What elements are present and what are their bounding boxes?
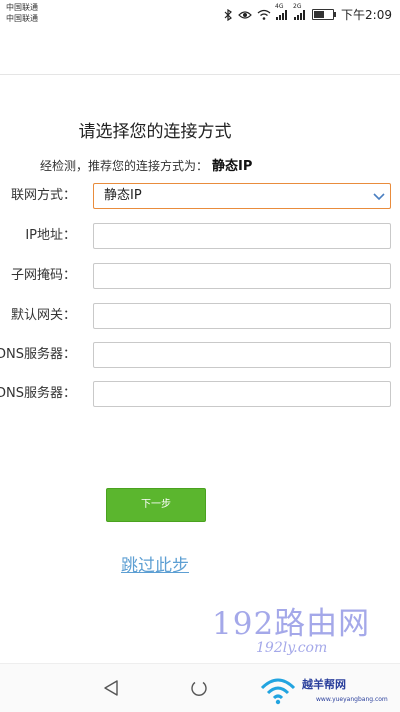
detection-hint: 经检测，推荐您的连接方式为： 静态IP <box>40 155 252 174</box>
battery-icon <box>312 9 337 20</box>
status-icons: 4G 2G 下午2:09 <box>224 3 392 23</box>
watermark-url: 192ly.com <box>256 640 328 656</box>
brand-name: 越羊帮网 <box>302 678 346 691</box>
header-divider <box>0 74 400 75</box>
bluetooth-icon <box>224 8 232 21</box>
primary-dns-label: DNS服务器： <box>0 347 76 362</box>
form-row-secondary-dns: DNS服务器： <box>0 381 400 407</box>
carrier-2: 中国联通 <box>6 14 38 23</box>
secondary-dns-input[interactable] <box>93 381 391 407</box>
signal-icon <box>276 10 288 20</box>
primary-dns-input[interactable] <box>93 342 391 368</box>
chevron-down-icon <box>373 193 385 201</box>
signal-icon <box>294 10 306 20</box>
subnet-mask-label: 子网掩码： <box>10 268 76 283</box>
form-row-connection-type: 联网方式： 静态IP <box>0 183 400 209</box>
form-row-subnet-mask: 子网掩码： <box>0 263 400 289</box>
form-row-ip-address: IP地址： <box>0 223 400 249</box>
network-type-1: 4G <box>275 3 284 10</box>
page-title: 请选择您的连接方式 <box>78 122 232 142</box>
skip-step-link[interactable]: 跳过此步 <box>0 551 310 576</box>
next-step-button[interactable]: 下一步 <box>106 488 206 522</box>
brand-logo-icon <box>260 678 296 705</box>
connection-type-label: 联网方式： <box>10 188 76 203</box>
ip-address-label: IP地址： <box>25 228 76 243</box>
back-icon[interactable] <box>102 679 120 697</box>
hint-text: 经检测，推荐您的连接方式为： <box>40 159 209 173</box>
connection-type-select[interactable]: 静态IP <box>93 183 391 209</box>
recommended-type: 静态IP <box>212 159 253 174</box>
eye-icon <box>238 10 252 19</box>
wifi-icon <box>257 9 271 20</box>
default-gateway-input[interactable] <box>93 303 391 329</box>
status-bar: 中国联通 中国联通 4G 2G 下午2:09 <box>0 0 400 28</box>
network-type-2: 2G <box>293 3 302 10</box>
default-gateway-label: 默认网关： <box>10 308 76 323</box>
brand-url: www.yueyangbang.com <box>316 696 388 703</box>
ip-address-input[interactable] <box>93 223 391 249</box>
form-row-default-gateway: 默认网关： <box>0 303 400 329</box>
connection-type-value: 静态IP <box>104 188 142 203</box>
subnet-mask-input[interactable] <box>93 263 391 289</box>
form-row-primary-dns: DNS服务器： <box>0 342 400 368</box>
secondary-dns-label: DNS服务器： <box>0 386 76 401</box>
home-icon[interactable] <box>190 679 208 697</box>
watermark-text: 192路由网 <box>212 606 371 642</box>
carrier-1: 中国联通 <box>6 3 38 12</box>
status-time: 下午2:09 <box>341 8 392 22</box>
